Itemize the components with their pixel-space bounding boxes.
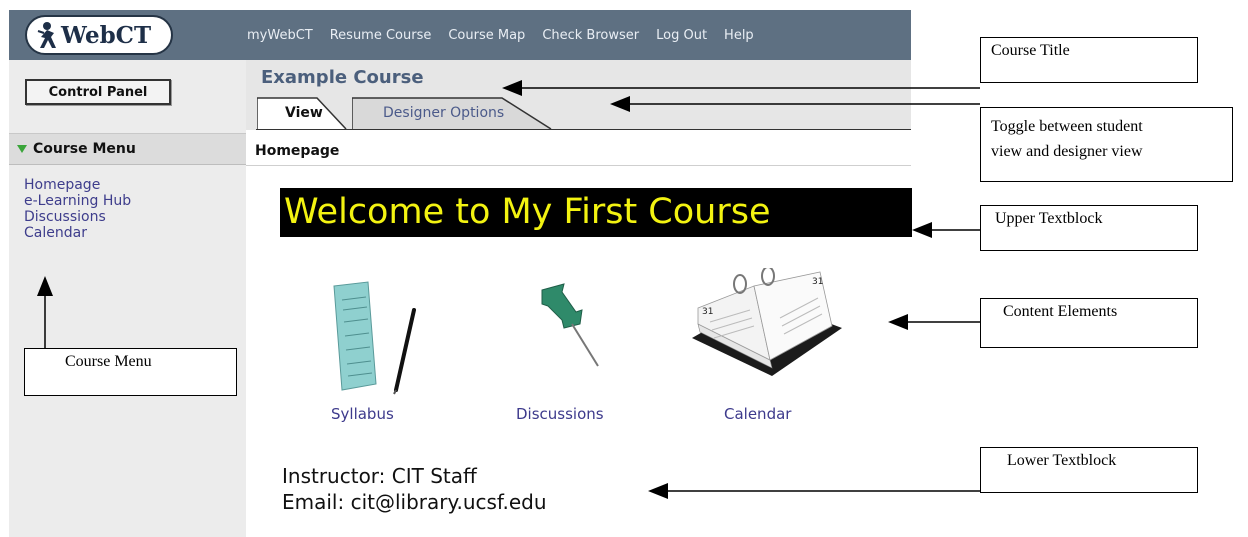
arrowhead-course-title — [502, 80, 522, 96]
arrowhead-course-menu — [37, 276, 53, 296]
arrowhead-lower-textblock — [648, 483, 668, 499]
arrowhead-content-elements — [888, 314, 908, 330]
arrowhead-upper-textblock — [912, 222, 932, 238]
annotation-arrows — [37, 80, 980, 499]
arrowhead-toggle — [610, 96, 630, 112]
